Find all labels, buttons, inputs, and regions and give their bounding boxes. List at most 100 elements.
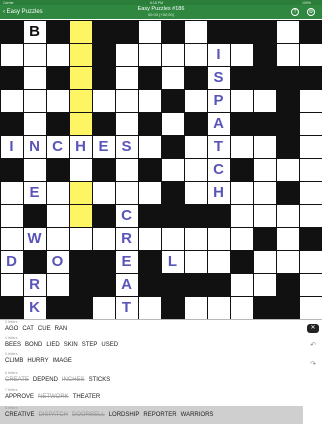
word-item[interactable]: BOND	[25, 342, 42, 348]
grid-cell[interactable]	[230, 296, 253, 319]
word-item[interactable]: LIED	[46, 342, 59, 348]
grid-cell[interactable]	[161, 112, 184, 135]
grid-cell[interactable]	[299, 181, 322, 204]
grid-cell[interactable]: I	[0, 135, 23, 158]
word-item[interactable]: RAN	[55, 326, 68, 332]
grid-cell[interactable]: L	[161, 250, 184, 273]
grid-cell[interactable]	[253, 89, 276, 112]
grid-cell[interactable]	[92, 296, 115, 319]
grid-cell[interactable]	[184, 227, 207, 250]
grid-cell[interactable]: R	[115, 227, 138, 250]
grid-cell[interactable]: N	[23, 135, 46, 158]
grid-cell[interactable]	[230, 273, 253, 296]
word-item[interactable]: STICKS	[89, 377, 111, 383]
grid-cell[interactable]	[46, 89, 69, 112]
grid-cell[interactable]	[184, 181, 207, 204]
grid-cell[interactable]	[115, 43, 138, 66]
grid-cell[interactable]	[184, 296, 207, 319]
grid-cell[interactable]: E	[92, 135, 115, 158]
grid-cell-highlighted[interactable]	[69, 66, 92, 89]
grid-cell[interactable]	[0, 227, 23, 250]
word-item[interactable]: DISPATCH	[39, 412, 68, 418]
word-item[interactable]: DEPEND	[33, 377, 58, 383]
word-item[interactable]: USED	[101, 342, 118, 348]
grid-cell[interactable]	[276, 250, 299, 273]
grid-cell[interactable]	[184, 20, 207, 43]
grid-cell[interactable]: H	[69, 135, 92, 158]
grid-cell[interactable]	[299, 135, 322, 158]
delete-icon[interactable]: ✕	[307, 324, 319, 333]
grid-cell[interactable]	[299, 158, 322, 181]
grid-cell[interactable]	[299, 250, 322, 273]
grid-cell[interactable]	[230, 181, 253, 204]
grid-cell[interactable]: C	[115, 204, 138, 227]
grid-cell[interactable]	[138, 135, 161, 158]
grid-cell[interactable]: T	[207, 135, 230, 158]
word-item[interactable]: LORDSHIP	[109, 412, 140, 418]
grid-cell[interactable]	[46, 227, 69, 250]
word-item[interactable]: CUE	[38, 326, 51, 332]
grid-cell[interactable]	[0, 204, 23, 227]
grid-cell[interactable]	[253, 135, 276, 158]
grid-cell[interactable]	[299, 204, 322, 227]
grid-cell[interactable]	[138, 227, 161, 250]
grid-cell-highlighted[interactable]	[69, 20, 92, 43]
word-item[interactable]: DOORBELL	[72, 412, 105, 418]
grid-cell[interactable]	[299, 112, 322, 135]
grid-cell[interactable]	[230, 89, 253, 112]
grid-cell[interactable]: C	[46, 135, 69, 158]
grid-cell[interactable]	[276, 158, 299, 181]
grid-cell[interactable]	[184, 250, 207, 273]
grid-cell[interactable]	[184, 158, 207, 181]
grid-cell[interactable]	[161, 43, 184, 66]
grid-cell[interactable]	[138, 89, 161, 112]
grid-cell[interactable]	[46, 181, 69, 204]
grid-cell[interactable]	[69, 158, 92, 181]
grid-cell[interactable]	[207, 296, 230, 319]
grid-cell[interactable]: A	[115, 273, 138, 296]
grid-cell[interactable]	[276, 20, 299, 43]
grid-cell[interactable]	[253, 273, 276, 296]
word-item[interactable]: BEES	[5, 342, 21, 348]
grid-cell[interactable]	[299, 296, 322, 319]
grid-cell-highlighted[interactable]	[69, 43, 92, 66]
grid-cell[interactable]	[299, 89, 322, 112]
grid-cell[interactable]	[115, 181, 138, 204]
grid-cell[interactable]	[207, 227, 230, 250]
grid-cell[interactable]	[253, 181, 276, 204]
grid-cell[interactable]: B	[23, 20, 46, 43]
grid-cell[interactable]: D	[0, 250, 23, 273]
grid-cell[interactable]	[207, 250, 230, 273]
word-item[interactable]: THEATER	[73, 394, 101, 400]
grid-cell[interactable]	[253, 250, 276, 273]
grid-cell[interactable]	[69, 227, 92, 250]
grid-cell[interactable]	[115, 112, 138, 135]
grid-cell[interactable]	[0, 181, 23, 204]
grid-cell[interactable]	[92, 181, 115, 204]
word-item[interactable]: HURRY	[27, 358, 48, 364]
grid-cell[interactable]	[230, 135, 253, 158]
grid-cell[interactable]	[230, 43, 253, 66]
grid-cell[interactable]: P	[207, 89, 230, 112]
grid-cell[interactable]: S	[207, 66, 230, 89]
grid-cell[interactable]	[0, 273, 23, 296]
grid-cell[interactable]: K	[23, 296, 46, 319]
grid-cell[interactable]: O	[46, 250, 69, 273]
grid-cell[interactable]	[299, 273, 322, 296]
grid-cell[interactable]: H	[207, 181, 230, 204]
grid-cell[interactable]	[230, 227, 253, 250]
grid-cell[interactable]	[276, 227, 299, 250]
word-item[interactable]: IMAGE	[53, 358, 72, 364]
grid-cell-highlighted[interactable]	[69, 112, 92, 135]
word-item[interactable]: CAT	[22, 326, 34, 332]
grid-cell[interactable]	[115, 66, 138, 89]
word-item[interactable]: SKIN	[64, 342, 78, 348]
grid-cell-highlighted[interactable]	[69, 89, 92, 112]
grid-cell-highlighted[interactable]	[69, 204, 92, 227]
grid-cell[interactable]	[23, 89, 46, 112]
grid-cell[interactable]: A	[207, 112, 230, 135]
grid-cell[interactable]	[115, 89, 138, 112]
grid-cell[interactable]: E	[23, 181, 46, 204]
grid-cell[interactable]: E	[115, 250, 138, 273]
grid-cell[interactable]	[46, 204, 69, 227]
